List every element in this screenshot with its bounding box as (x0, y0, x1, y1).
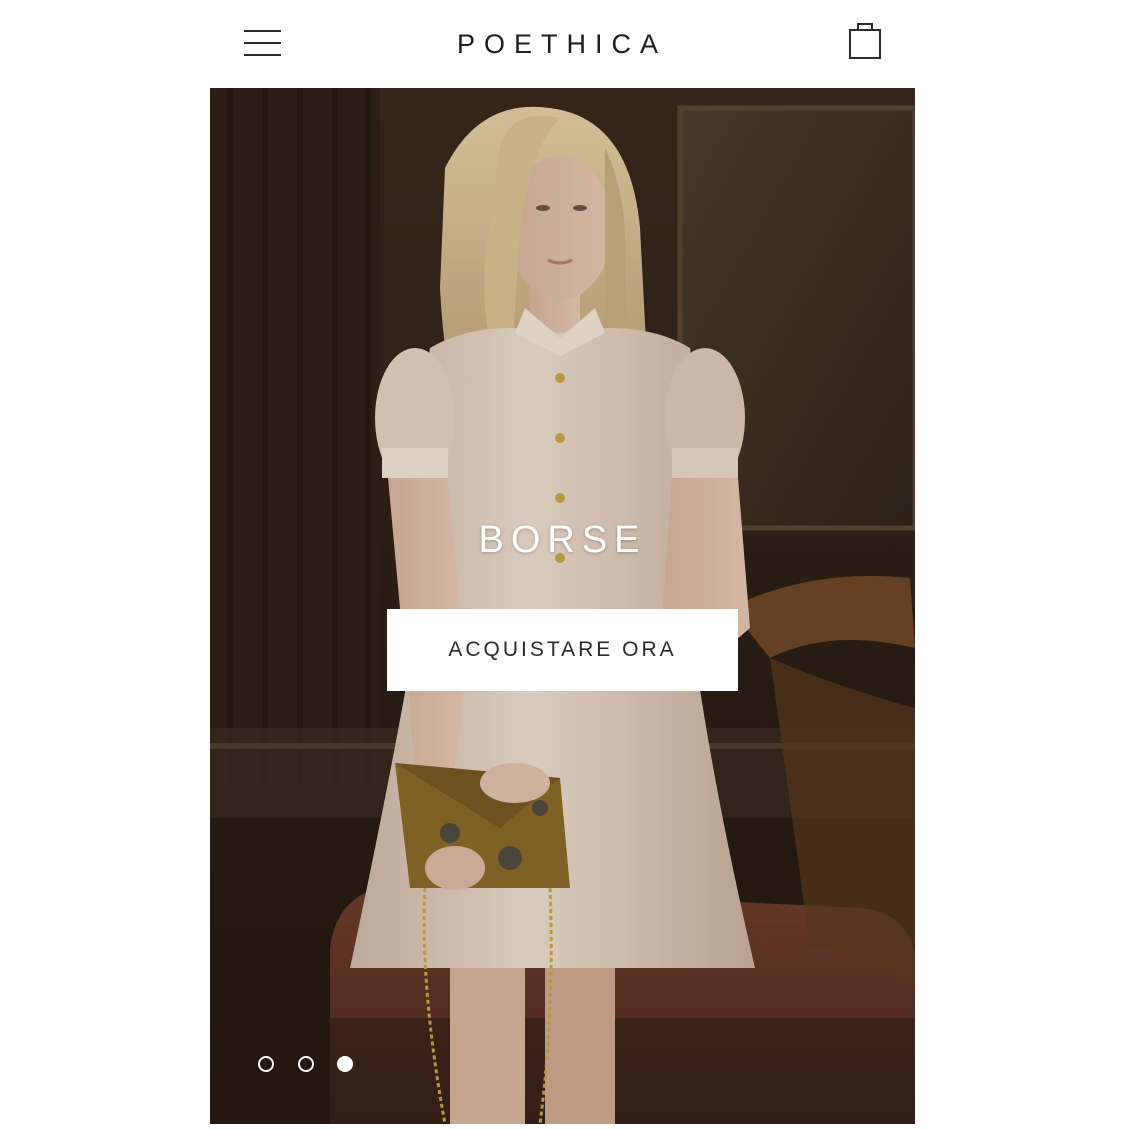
carousel-dot-1[interactable] (258, 1056, 274, 1072)
menu-bar (244, 54, 281, 56)
hero-banner[interactable]: BORSE ACQUISTARE ORA (210, 88, 915, 1124)
shopping-bag-icon[interactable] (842, 16, 890, 64)
carousel-indicators (258, 1056, 368, 1076)
carousel-dot-2[interactable] (298, 1056, 314, 1072)
hero-title: BORSE (478, 519, 647, 561)
carousel-dot-3-active[interactable] (337, 1056, 353, 1072)
menu-bar (244, 30, 281, 32)
hamburger-menu-icon[interactable] (236, 22, 288, 64)
shop-now-button[interactable]: ACQUISTARE ORA (387, 609, 738, 691)
site-header: POETHICA (0, 0, 1125, 88)
menu-bar (244, 42, 281, 44)
brand-logo[interactable]: POETHICA (412, 24, 712, 64)
hero-photo (210, 88, 915, 1124)
